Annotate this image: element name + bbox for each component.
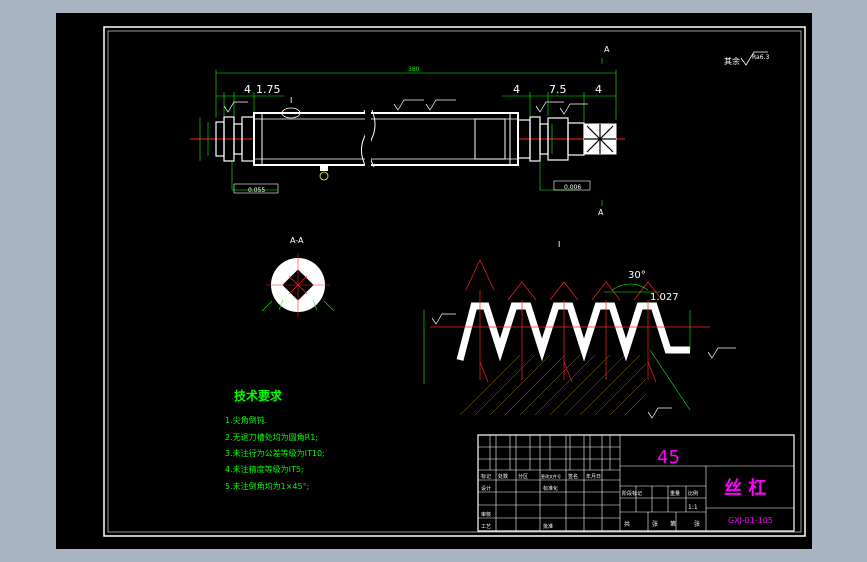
tb-bottom-4: 张 [694,520,700,528]
tb-bottom-2: 张 [652,520,658,528]
dim-right-2: 7.5 [549,83,567,96]
dim-left-2: 1.75 [256,83,281,96]
tech-item-3: 3.未注行为公差等级为IT10; [225,448,325,458]
tech-title: 技术要求 [234,388,283,403]
tech-item-4: 4.未注精度等级为IT5; [225,464,304,474]
tb-left-label-1: 设计 [481,485,491,492]
roughness-value: Ra6.3 [752,54,769,61]
tech-item-2: 2.无退刀槽处均为圆角R1; [225,432,318,442]
scale: 1:1 [688,504,698,511]
detail-mark: I [290,96,292,105]
tb-row-label-5: 签名 [568,473,578,480]
dim-length: 380 [408,66,420,73]
section-title: A-A [290,236,304,245]
tech-item-5: 5.未注倒角均为1×45°; [225,481,309,491]
tb-row-label-3: 分区 [518,473,528,480]
detail-title: I [558,240,560,249]
dim-right-1: 4 [513,83,520,96]
material: 45 [657,447,680,468]
section-cut-top: A [604,45,610,54]
part-name: 丝 杠 [724,477,766,499]
tb-mid-label-1: 阶段标记 [622,490,642,497]
dim-right-3: 4 [595,83,602,96]
tb-row-label-2: 处数 [498,473,508,480]
tb-left-label-3: 工艺 [481,524,491,530]
dim-left-1: 4 [244,83,251,96]
tb-left-label-4: 标准化 [543,485,558,492]
roughness-note: 其余 [724,56,740,66]
tb-bottom-1: 共 [624,520,630,528]
tb-row-label-1: 标记 [481,473,491,480]
tb-mid-label-3: 比例 [688,490,698,497]
tb-left-label-5: 批准 [543,523,553,530]
tolerance-left: 0.055 [248,187,265,194]
thread-angle: 30° [628,270,646,281]
cad-drawing-sheet: 其余 Ra6.3 I 380 4 1.75 4 7.5 4 A A 0.055 … [0,0,867,562]
tech-item-1: 1.尖角倒钝. [225,415,267,425]
section-cut-bottom: A [598,208,604,217]
tb-left-label-2: 审核 [481,511,491,518]
tb-bottom-3: 第 [670,520,676,528]
tb-row-label-4: 更改文件号 [541,473,561,479]
tb-mid-label-2: 重量 [670,490,680,497]
tb-row-label-6: 年月日 [586,473,601,480]
title-block: 45 丝 杠 GXJ-01-105 1:1 标记 处数 分区 更改文件号 签名 … [477,434,795,532]
thread-pitch: 1.027 [650,292,679,303]
drawing-number: GXJ-01-105 [728,516,773,525]
tolerance-right: 0.006 [564,184,581,191]
